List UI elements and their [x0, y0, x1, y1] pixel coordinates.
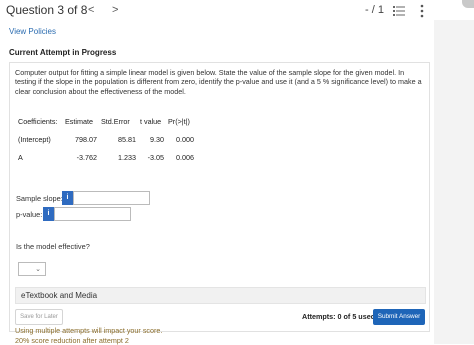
effective-question: Is the model effective? [16, 242, 90, 251]
column-header: Pr(>|t|) [168, 112, 198, 130]
column-header: Coefficients: [18, 112, 65, 130]
chevron-down-icon: ⌄ [35, 265, 41, 273]
chevron-left-icon[interactable]: < [88, 4, 94, 16]
column-header: Estimate [65, 112, 101, 130]
table-cell: -3.762 [65, 148, 101, 166]
question-text: Computer output for fitting a simple lin… [15, 68, 425, 96]
column-header: t value [140, 112, 168, 130]
table-cell: -3.05 [140, 148, 168, 166]
table-cell: 0.006 [168, 148, 198, 166]
attempt-title: Current Attempt in Progress [9, 48, 116, 57]
scroll-region [434, 20, 474, 344]
table-cell: A [18, 148, 65, 166]
table-cell: 1.233 [101, 148, 140, 166]
top-bar: Question 3 of 8 < > - / 1 [0, 0, 474, 22]
table-cell: 9.30 [140, 130, 168, 148]
edge-tab [462, 0, 474, 8]
sample-slope-label: Sample slope: [16, 194, 63, 203]
attempts-warning: Using multiple attempts will impact your… [15, 326, 215, 345]
page-count: - / 1 [365, 4, 384, 16]
coefficients-table: Coefficients: Estimate Std.Error t value… [18, 112, 198, 166]
pvalue-info-icon[interactable]: i [43, 207, 54, 221]
effective-dropdown[interactable]: ⌄ [18, 262, 46, 276]
p-value-label: p-value: [16, 210, 42, 219]
table-row: A -3.762 1.233 -3.05 0.006 [18, 148, 198, 166]
warning-line: Using multiple attempts will impact your… [15, 326, 215, 336]
attempts-counter: Attempts: 0 of 5 used [302, 312, 375, 321]
question-counter: Question 3 of 8 [6, 3, 87, 17]
table-cell: 0.000 [168, 130, 198, 148]
table-cell: (Intercept) [18, 130, 65, 148]
etextbook-label: eTextbook and Media [21, 291, 97, 300]
slope-info-icon[interactable]: i [62, 191, 73, 205]
p-value-input[interactable] [54, 207, 131, 221]
etextbook-panel[interactable]: eTextbook and Media [15, 287, 426, 304]
save-for-later-button[interactable]: Save for Later [15, 309, 63, 325]
view-policies-link[interactable]: View Policies [9, 27, 56, 36]
submit-answer-button[interactable]: Submit Answer [373, 309, 425, 325]
chevron-right-icon[interactable]: > [112, 4, 118, 16]
table-cell: 798.07 [65, 130, 101, 148]
sample-slope-input[interactable] [73, 191, 150, 205]
table-cell: 85.81 [101, 130, 140, 148]
more-vertical-icon[interactable] [419, 4, 425, 18]
table-row: (Intercept) 798.07 85.81 9.30 0.000 [18, 130, 198, 148]
table-header-row: Coefficients: Estimate Std.Error t value… [18, 112, 198, 130]
list-icon[interactable] [393, 5, 405, 17]
column-header: Std.Error [101, 112, 140, 130]
